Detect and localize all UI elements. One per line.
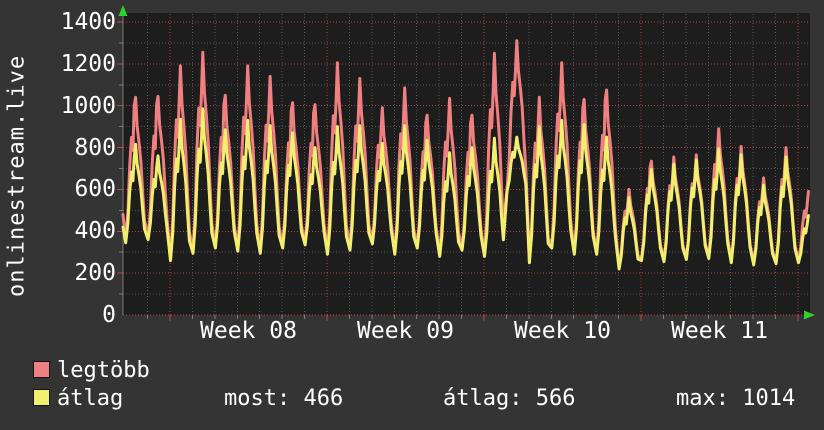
y-axis-tick-label: 1000 (60, 92, 116, 119)
y-axis-tick-label: 200 (74, 260, 116, 287)
x-axis-week-label: Week 09 (357, 318, 454, 344)
legend-label-atlag: átlag (57, 386, 124, 411)
x-axis-week-label: Week 08 (200, 318, 297, 344)
stat-max: max: 1014 (676, 386, 796, 411)
y-axis-tick-label: 0 (102, 302, 116, 328)
x-axis-week-label: Week 10 (514, 318, 611, 344)
y-axis-tick-label: 800 (74, 134, 116, 161)
y-axis-tick-label: 1200 (60, 50, 116, 77)
x-axis-week-label: Week 11 (671, 318, 768, 344)
legend-label-legtobb: legtöbb (57, 358, 150, 383)
y-axis-tick-label: 1400 (60, 9, 116, 35)
y-axis-arrow-icon (118, 5, 128, 16)
y-axis-tick-label: 400 (74, 218, 116, 245)
stat-atlag: átlag: 566 (443, 386, 576, 411)
stat-most: most: 466 (224, 386, 344, 411)
vertical-watermark-title: onlinestream.live (4, 54, 30, 298)
legend-swatch-atlag (33, 389, 50, 406)
rrd-graph-panel: onlinestream.live 0 200 400 600 800 1000 1200 1… (0, 0, 824, 430)
legend-swatch-legtobb (33, 361, 50, 378)
y-axis-tick-label: 600 (74, 176, 116, 203)
